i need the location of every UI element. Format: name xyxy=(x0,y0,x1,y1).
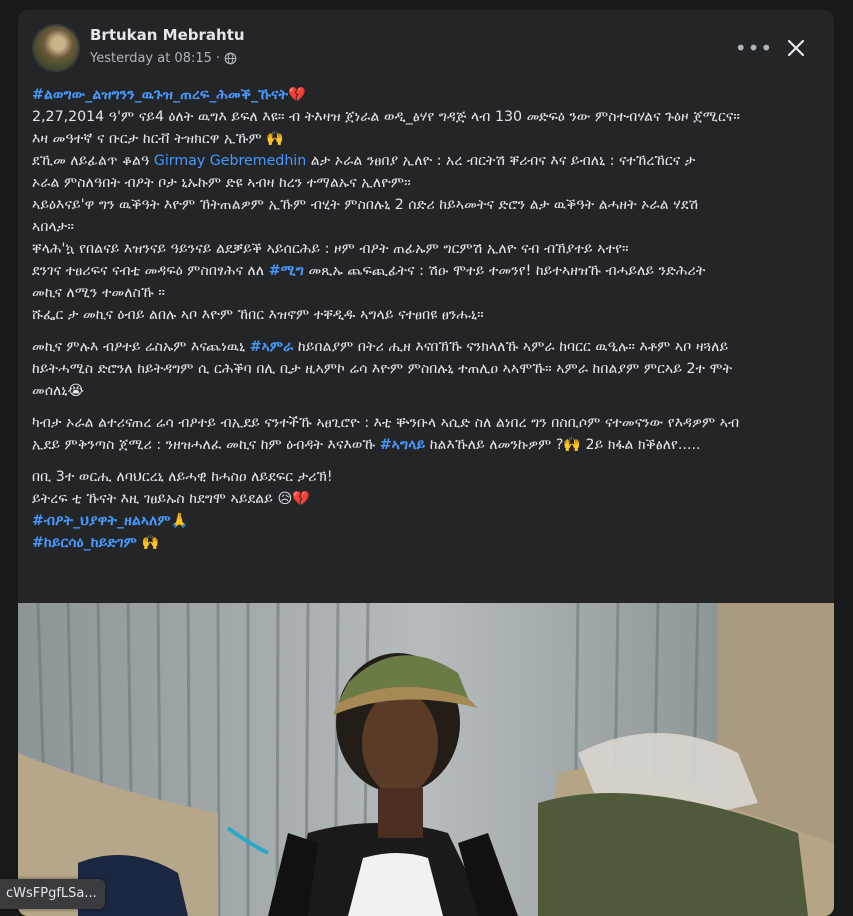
text-line: ኦራል ምስለዓበት ብዖት ቦታ ኒኡኩም ድዩ ኣብዛ ከረን ተማልኡና … xyxy=(32,175,411,191)
post-header: Brtukan Mebrahtu Yesterday at 08:15 · ••… xyxy=(18,10,834,86)
post-photo[interactable] xyxy=(18,603,834,916)
author-name[interactable]: Brtukan Mebrahtu xyxy=(90,26,245,44)
hashtag-link[interactable]: #ኣምራ xyxy=(250,339,294,355)
more-options-button[interactable]: ••• xyxy=(734,32,774,64)
hashtag-link[interactable]: #ከይርሳዕ_ከይድገም 🙌 xyxy=(32,535,159,551)
hashtag-link[interactable]: #ኣግላይ xyxy=(380,437,425,453)
text-line: ይትረፍ ቲ ኹናት እዚ ገፀይኡስ ከደግሞ ኣይደልይ 😥💔 xyxy=(32,491,310,507)
text-line: በቢ 3ተ ወርሒ ለባህርረኒ ለይሓዊ ከሓስዐ ለይደፍር ታሪኽ! xyxy=(32,469,333,485)
text-line: ከይበልያም በትሪ ሒዘ እናበኸኹ ናንክላለኹ ኣምራ ከባርር ዉዒሉ።… xyxy=(293,339,729,355)
avatar[interactable] xyxy=(32,24,80,72)
text-line: መኪና ለሚን ተመለስኹ ። xyxy=(32,285,166,301)
paragraph-1: #ልወግው_ልዝግንን_ዉጉዝ_ጠረፍ_ሕመቕ_ኹናት💔 2,27,2014 ዓ… xyxy=(32,84,822,326)
text-line: ደንገና ተፀሪፍና ናብቲ መዳፍዕ ምስበፃሕና ለለ xyxy=(32,263,269,279)
paragraph-4: በቢ 3ተ ወርሒ ለባህርረኒ ለይሓዊ ከሓስዐ ለይደፍር ታሪኽ! ይት… xyxy=(32,466,822,554)
text-line: ካብታ ኦራል ልተሪናጠረ ሬሳ ብዖተይ ብኢደይ ናንተችኹ ኣፀጊሮዮ … xyxy=(32,415,740,431)
close-icon xyxy=(787,39,805,57)
post-meta: Yesterday at 08:15 · xyxy=(90,51,237,66)
text-line: ኣይዕእናይ'ዋ ግን ዉቕዓት እዮም ኸትጠልዎም ኢኹም ብሂት ምስበሉ… xyxy=(32,197,699,213)
post-card: Brtukan Mebrahtu Yesterday at 08:15 · ••… xyxy=(18,10,834,916)
hashtag-link[interactable]: #ብዖት_ህያዋት_ዘልኣለም🙏 xyxy=(32,513,188,529)
close-button[interactable] xyxy=(778,30,814,66)
text-line: ደኺመ ለይፊልጥ ቆልዓ xyxy=(32,153,154,169)
text-line: መጺኡ ጨፍጪፊትና : ሽዑ ሞተይ ተመንየ! ከይተኣዘዝኹ ብሓይለይ … xyxy=(303,263,706,279)
text-line: ልታ ኦራል ንፀበያ ኢለዮ : አረ ብርትሽ ቐሪብና እና ይብለኒ :… xyxy=(306,153,696,169)
meta-separator: · xyxy=(215,51,221,66)
more-icon: ••• xyxy=(734,36,774,60)
text-line: ሹፌር ታ መኪና ዕብይ ልበሉ ኣቦ እዮም ኸበር እዝኖም ተቐዲዱ ኣ… xyxy=(32,307,484,323)
text-line: መኪና ምሉእ ብዖተይ ሬስኡም እናጨነዉኒ xyxy=(32,339,250,355)
text-line: መሰለኒ😭 xyxy=(32,383,85,399)
text-line: ቐላሕ'ኳ የበልናይ እዝንናይ ዓይንናይ ልደቓይቕ ኣይሰርሕይ : ዞ… xyxy=(32,241,629,257)
paragraph-3: ካብታ ኦራል ልተሪናጠረ ሬሳ ብዖተይ ብኢደይ ናንተችኹ ኣፀጊሮዮ … xyxy=(32,412,822,456)
post-body: #ልወግው_ልዝግንን_ዉጉዝ_ጠረፍ_ሕመቕ_ኹናት💔 2,27,2014 ዓ… xyxy=(32,84,822,564)
mention-link[interactable]: Girmay Gebremedhin xyxy=(154,153,306,169)
text-line: እዛ መዓተኛ ና ቡርታ ከርቭ ትዝክርዋ ኢኹም 🙌 xyxy=(32,131,284,147)
timestamp[interactable]: Yesterday at 08:15 xyxy=(90,51,212,66)
paragraph-2: መኪና ምሉእ ብዖተይ ሬስኡም እናጨነዉኒ #ኣምራ ከይበልያም በትሪ… xyxy=(32,336,822,402)
text-line: 2,27,2014 ዓ'ም ናይ4 ዕለት ዉግእ ይፍለ እዩ። ብ ትእዛዝ… xyxy=(32,109,740,125)
photo-image xyxy=(18,603,834,916)
globe-icon xyxy=(224,52,237,65)
text-line: ኢደይ ምቅንጣስ ጀሚሪ : ንዘዝሓለፈ መኪና ከም ዕብዳት እናእወኹ xyxy=(32,437,380,453)
hashtag-link[interactable]: #ሚግ xyxy=(269,263,304,279)
hashtag-link[interactable]: #ልወግው_ልዝግንን_ዉጉዝ_ጠረፍ_ሕመቕ_ኹናት💔 xyxy=(32,87,306,103)
text-line: ከልእኹለይ ለመንኩዎም ?🙌 2ይ ክፋል ክቕፅለየ..... xyxy=(425,437,701,453)
text-line: ኣበላታ። xyxy=(32,219,74,235)
text-line: ከይትሓሚስ ድሮንለ ከይትዳግም ሲ ርሕቕባ በሊ ቢታ ዚኣምኮ ሬሳ … xyxy=(32,361,733,377)
url-tooltip: cWsFPgfLSa... xyxy=(0,879,105,909)
